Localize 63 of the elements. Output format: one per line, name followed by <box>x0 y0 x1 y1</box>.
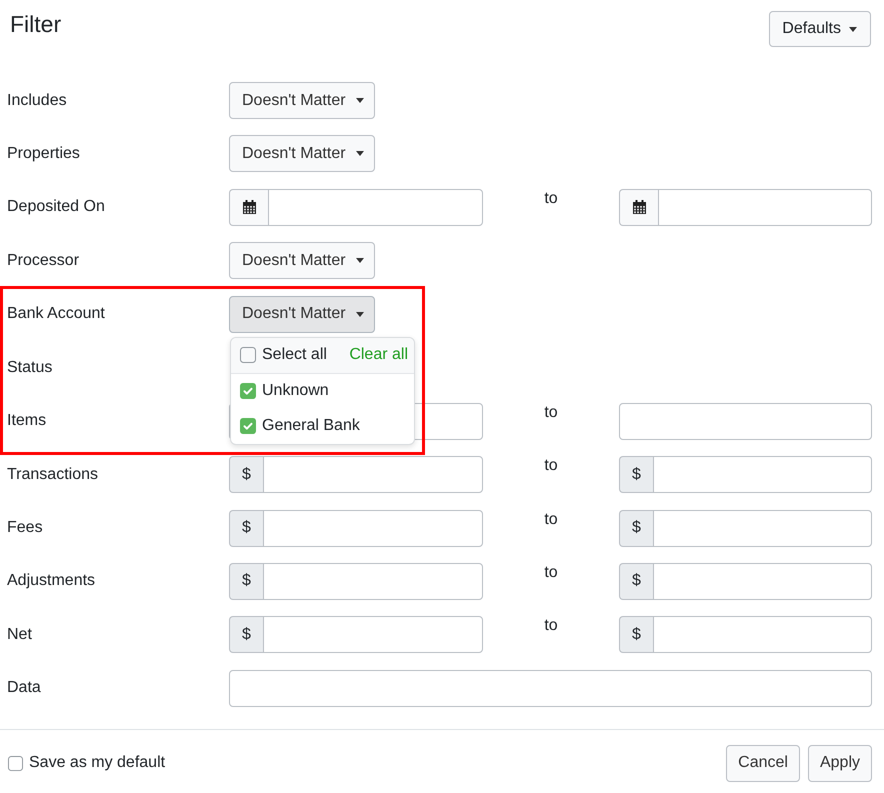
menu-option[interactable]: General Bank <box>231 408 414 444</box>
caret-icon <box>356 258 364 264</box>
caret-icon <box>356 98 364 103</box>
checkbox[interactable] <box>240 347 256 364</box>
dropdown-button[interactable]: Doesn't Matter <box>229 296 375 333</box>
dialog-button[interactable]: Cancel <box>726 744 800 782</box>
date-input[interactable] <box>268 188 483 226</box>
currency-prefix: $ <box>619 562 653 600</box>
range-separator: to <box>544 510 558 530</box>
field-label: Adjustments <box>7 572 96 590</box>
dropdown-button[interactable]: Doesn't Matter <box>229 242 375 280</box>
field-label: Data <box>7 679 41 698</box>
field-label: Includes <box>7 92 67 110</box>
calendar-addon[interactable] <box>229 188 268 226</box>
amount-input[interactable] <box>653 456 872 494</box>
defaults-button[interactable]: Defaults <box>769 11 871 47</box>
caret-icon <box>849 26 857 32</box>
number-input[interactable] <box>619 402 872 440</box>
dialog-button[interactable]: Apply <box>808 744 872 782</box>
amount-input[interactable] <box>653 562 872 600</box>
date-input[interactable] <box>658 188 872 226</box>
checkbox[interactable] <box>240 383 256 400</box>
text-input[interactable] <box>229 670 872 707</box>
amount-input[interactable] <box>263 616 483 654</box>
amount-input[interactable] <box>263 510 483 546</box>
field-label: Items <box>7 412 46 430</box>
calendar-icon <box>632 200 646 214</box>
select-all-option[interactable]: Select all <box>240 346 327 364</box>
dropdown-button[interactable]: Doesn't Matter <box>229 135 375 172</box>
currency-prefix: $ <box>229 616 263 654</box>
calendar-addon[interactable] <box>619 188 658 226</box>
range-separator: to <box>544 616 558 636</box>
amount-input[interactable] <box>263 562 483 600</box>
dropdown-button[interactable]: Doesn't Matter <box>229 82 375 119</box>
amount-input[interactable] <box>653 510 872 546</box>
menu-option[interactable]: Unknown <box>231 374 414 409</box>
field-label: Bank Account <box>7 305 105 324</box>
field-label: Transactions <box>7 466 98 484</box>
range-separator: to <box>544 188 558 209</box>
range-separator: to <box>544 402 558 423</box>
field-label: Status <box>7 358 52 377</box>
checkbox[interactable] <box>240 418 256 434</box>
currency-prefix: $ <box>619 456 653 494</box>
checkbox[interactable] <box>8 756 23 771</box>
calendar-icon <box>242 200 256 214</box>
dialog-title: Filter <box>10 11 62 39</box>
range-separator: to <box>544 562 558 583</box>
range-separator: to <box>544 456 558 476</box>
currency-prefix: $ <box>229 510 263 546</box>
field-label: Properties <box>7 144 80 163</box>
field-label: Net <box>7 626 32 644</box>
caret-icon <box>356 151 364 156</box>
caret-icon <box>356 312 364 317</box>
amount-input[interactable] <box>653 616 872 654</box>
field-label: Deposited On <box>7 198 105 216</box>
currency-prefix: $ <box>619 616 653 654</box>
field-label: Fees <box>7 519 43 537</box>
currency-prefix: $ <box>229 562 263 600</box>
currency-prefix: $ <box>619 510 653 546</box>
amount-input[interactable] <box>263 456 483 494</box>
save-default-option[interactable]: Save as my default <box>8 754 166 772</box>
currency-prefix: $ <box>229 456 263 494</box>
field-label: Processor <box>7 252 80 270</box>
